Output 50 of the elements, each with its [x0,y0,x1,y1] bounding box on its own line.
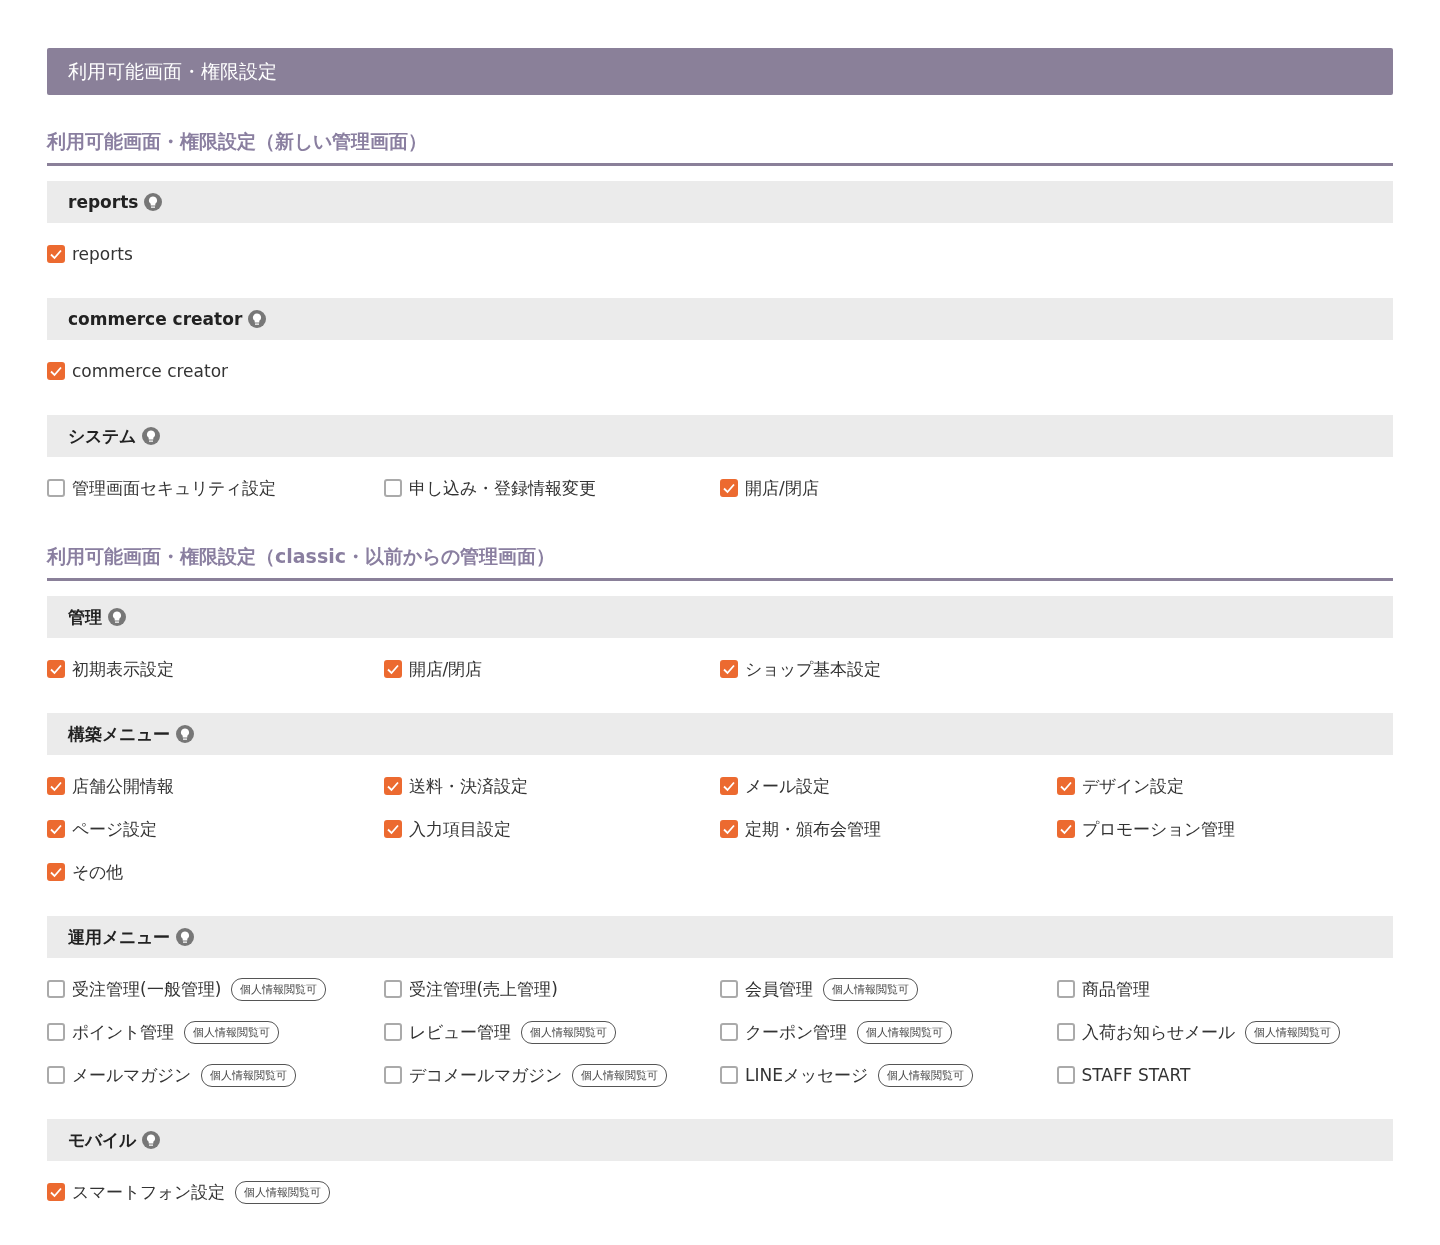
privacy-tag: 個人情報閲覧可 [571,1063,667,1087]
group-title: 管理 [68,605,102,629]
checkbox-label[interactable]: 開店/閉店 [745,476,819,500]
checkbox-label[interactable]: LINEメッセージ [745,1063,868,1087]
privacy-tag: 個人情報閲覧可 [520,1020,616,1044]
checkbox-label[interactable]: 受注管理(売上管理) [408,977,558,1001]
checkbox-label[interactable]: 送料・決済設定 [408,774,528,798]
checkbox-label[interactable]: ショップ基本設定 [745,657,881,681]
checkbox-label[interactable]: 店舗公開情報 [72,774,174,798]
group-title: システム [68,424,136,448]
checkbox-label[interactable]: メールマガジン [72,1063,191,1087]
group-title: モバイル [68,1128,136,1152]
group-title: reports [68,192,139,212]
checkbox-label[interactable]: 商品管理 [1081,977,1150,1001]
privacy-tag: 個人情報閲覧可 [823,977,918,1001]
privacy-tag: 個人情報閲覧可 [235,1180,330,1204]
section-heading: 利用可能画面・権限設定（classic・以前からの管理画面） [47,532,1393,581]
group-title: 構築メニュー [68,722,170,746]
privacy-tag: 個人情報閲覧可 [201,1063,296,1087]
page-header: 利用可能画面・権限設定 [47,48,1393,95]
privacy-tag: 個人情報閲覧可 [857,1020,952,1044]
checkbox-label[interactable]: 会員管理 [745,977,813,1001]
checkbox-label[interactable]: 定期・頒布会管理 [745,817,881,841]
privacy-tag: 個人情報閲覧可 [877,1063,973,1087]
checkbox-label[interactable]: スマートフォン設定 [72,1180,225,1204]
checkbox-label[interactable]: デコメールマガジン [408,1063,562,1087]
checkbox-label[interactable]: レビュー管理 [408,1020,511,1044]
checkbox-label[interactable]: プロモーション管理 [1081,817,1235,841]
checkbox-label[interactable]: ページ設定 [72,817,157,841]
checkbox-label[interactable]: 入荷お知らせメール [1081,1020,1235,1044]
checkbox-label[interactable]: メール設定 [745,774,830,798]
checkbox-label[interactable]: STAFF START [1081,1065,1191,1085]
checkbox-label[interactable]: 管理画面セキュリティ設定 [72,476,276,500]
checkbox-label[interactable]: commerce creator [72,361,229,381]
checkbox-label[interactable]: デザイン設定 [1081,774,1184,798]
checkbox-label[interactable]: 入力項目設定 [408,817,511,841]
privacy-tag: 個人情報閲覧可 [231,977,327,1001]
privacy-tag: 個人情報閲覧可 [184,1020,279,1044]
privacy-tag: 個人情報閲覧可 [1244,1020,1340,1044]
checkbox-label[interactable]: ポイント管理 [72,1020,174,1044]
checkbox-label[interactable]: 開店/閉店 [408,657,483,681]
checkbox-label[interactable]: 受注管理(一般管理) [72,977,222,1001]
checkbox-label[interactable]: その他 [72,860,123,884]
checkbox-label[interactable]: 初期表示設定 [72,657,174,681]
checkbox-label[interactable]: 申し込み・登録情報変更 [408,476,596,500]
section-heading: 利用可能画面・権限設定（新しい管理画面） [47,95,1393,166]
group-title: commerce creator [68,309,243,329]
group-title: 運用メニュー [68,925,170,949]
checkbox-label[interactable]: reports [72,244,133,264]
checkbox-label[interactable]: クーポン管理 [745,1020,847,1044]
